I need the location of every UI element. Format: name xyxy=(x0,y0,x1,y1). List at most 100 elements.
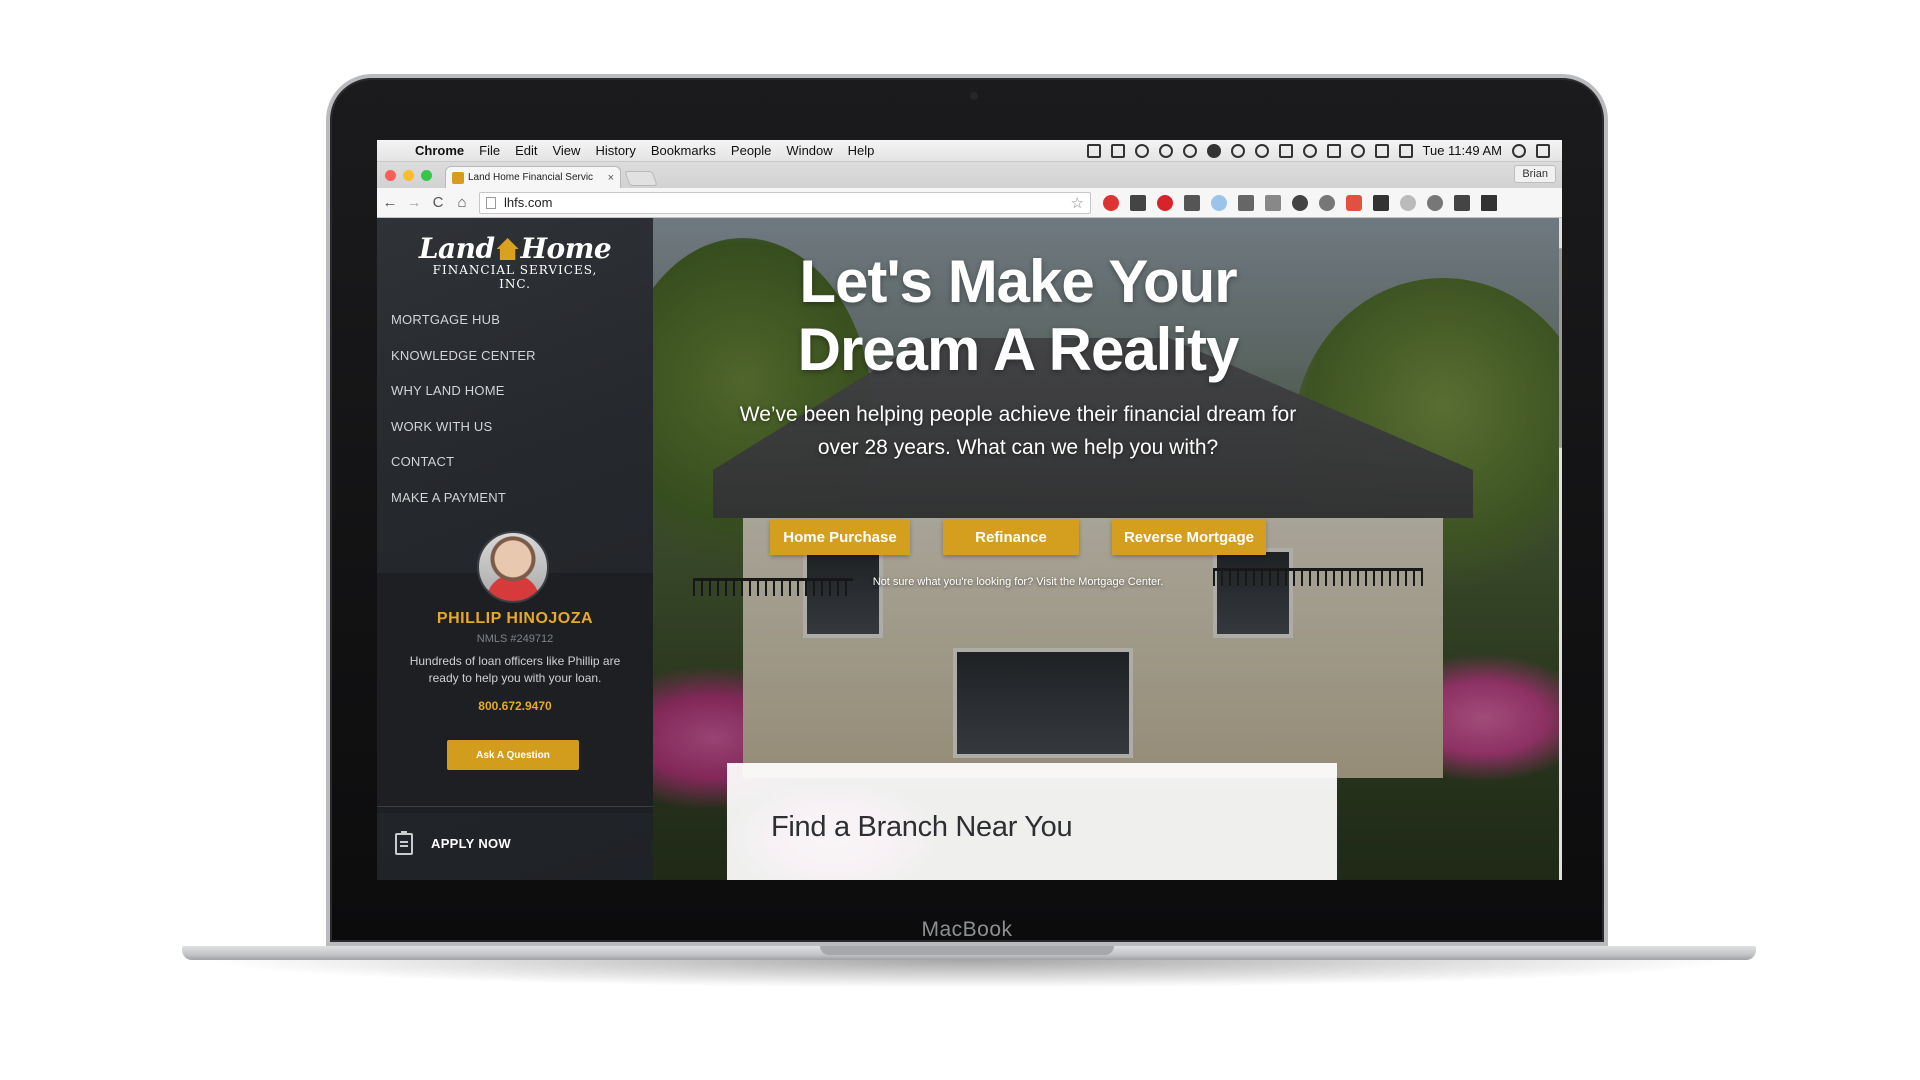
favicon-icon xyxy=(452,171,464,184)
camera xyxy=(970,92,978,100)
menu-icon[interactable] xyxy=(1481,194,1497,211)
eyedropper-icon[interactable] xyxy=(1238,194,1254,211)
minimize-window-button[interactable] xyxy=(403,170,414,181)
hero-title: Let's Make Your Dream A Reality xyxy=(653,248,1383,384)
hero-section: Let's Make Your Dream A Reality We’ve be… xyxy=(653,218,1562,880)
menu-people[interactable]: People xyxy=(731,143,771,158)
loan-officer-name: PHILLIP HINOJOZA xyxy=(436,610,594,627)
branch-finder-title: Find a Branch Near You xyxy=(771,811,1073,843)
scrollbar-thumb[interactable] xyxy=(1559,248,1562,448)
mortgage-center-link[interactable]: Not sure what you're looking for? Visit … xyxy=(653,576,1383,588)
logo-word-left: Land xyxy=(418,232,495,265)
extension-icon[interactable] xyxy=(1346,194,1362,211)
browser-tab[interactable]: Land Home Financial Servic × xyxy=(445,166,621,188)
volume-icon[interactable] xyxy=(1326,143,1341,158)
nav-contact[interactable]: CONTACT xyxy=(391,452,536,488)
extensions-bar xyxy=(1103,194,1497,211)
record-icon[interactable] xyxy=(1206,143,1221,158)
display-icon[interactable] xyxy=(1254,143,1269,158)
font-extension-icon[interactable] xyxy=(1184,194,1200,211)
bookmark-star-icon[interactable]: ☆ xyxy=(1071,194,1084,212)
cast-icon[interactable] xyxy=(1265,194,1281,211)
battery-icon[interactable] xyxy=(1398,143,1413,158)
address-bar[interactable]: lhfs.com ☆ xyxy=(479,191,1091,214)
extension-icon[interactable] xyxy=(1211,194,1227,211)
window-controls xyxy=(385,170,432,181)
reload-button[interactable]: C xyxy=(427,194,449,211)
sync-icon[interactable] xyxy=(1182,143,1197,158)
branch-finder-card: Find a Branch Near You xyxy=(727,763,1337,880)
status-area: Tue 11:49 AM xyxy=(1086,143,1563,158)
wifi-icon[interactable] xyxy=(1350,143,1365,158)
info-icon[interactable] xyxy=(1319,194,1335,211)
menu-file[interactable]: File xyxy=(479,143,500,158)
menubar-clock[interactable]: Tue 11:49 AM xyxy=(1423,143,1503,158)
site-sidebar: Land Home FINANCIAL SERVICES, INC. MORTGA… xyxy=(377,218,653,880)
drive-icon[interactable] xyxy=(1230,143,1245,158)
spotlight-icon[interactable] xyxy=(1512,143,1526,158)
laptop-frame: MacBook Chrome File Edit View History Bo… xyxy=(0,0,1920,1080)
menubar-app-icon[interactable] xyxy=(1110,143,1125,158)
site-logo[interactable]: Land Home FINANCIAL SERVICES, INC. xyxy=(415,232,615,292)
menu-edit[interactable]: Edit xyxy=(515,143,537,158)
menu-window[interactable]: Window xyxy=(786,143,832,158)
apply-now-link[interactable]: APPLY NOW xyxy=(377,806,653,880)
creative-cloud-icon[interactable] xyxy=(1158,143,1173,158)
loan-officer-avatar xyxy=(477,531,549,603)
tab-title: Land Home Financial Servic xyxy=(468,172,594,183)
nav-make-a-payment[interactable]: MAKE A PAYMENT xyxy=(391,488,536,524)
logo-subtitle: FINANCIAL SERVICES, INC. xyxy=(432,263,598,291)
page-viewport: Land Home FINANCIAL SERVICES, INC. MORTGA… xyxy=(377,218,1562,880)
extension-icon[interactable] xyxy=(1427,194,1443,211)
notification-center-icon[interactable] xyxy=(1536,143,1550,158)
new-tab-button[interactable] xyxy=(624,171,658,186)
pinterest-icon[interactable] xyxy=(1157,194,1173,211)
camera-icon[interactable] xyxy=(1454,194,1470,211)
profile-button[interactable]: Brian xyxy=(1514,165,1556,183)
apply-now-label: APPLY NOW xyxy=(431,836,511,851)
back-button[interactable]: ← xyxy=(379,194,401,211)
password-manager-icon[interactable] xyxy=(1134,143,1149,158)
hero-title-line: Dream A Reality xyxy=(797,316,1240,383)
logo-wordmark: Land Home xyxy=(415,232,615,265)
extension-icon[interactable] xyxy=(1130,194,1146,211)
forward-button[interactable]: → xyxy=(403,194,425,211)
nav-knowledge-center[interactable]: KNOWLEDGE CENTER xyxy=(391,346,536,382)
refinance-button[interactable]: Refinance xyxy=(943,519,1079,555)
screen: Chrome File Edit View History Bookmarks … xyxy=(377,140,1562,880)
opera-extension-icon[interactable] xyxy=(1103,194,1119,211)
menu-history[interactable]: History xyxy=(595,143,635,158)
menu-view[interactable]: View xyxy=(552,143,580,158)
browser-toolbar: ← → C ⌂ lhfs.com ☆ xyxy=(377,188,1562,218)
home-purchase-button[interactable]: Home Purchase xyxy=(770,519,910,555)
url-text[interactable]: lhfs.com xyxy=(504,195,1071,210)
loan-officer-description: Hundreds of loan officers like Phillip a… xyxy=(409,654,621,685)
menu-help[interactable]: Help xyxy=(848,143,875,158)
reverse-mortgage-button[interactable]: Reverse Mortgage xyxy=(1112,519,1266,555)
menu-bookmarks[interactable]: Bookmarks xyxy=(651,143,716,158)
home-button[interactable]: ⌂ xyxy=(451,194,473,211)
house-icon xyxy=(496,238,519,260)
sidebar-nav: MORTGAGE HUB KNOWLEDGE CENTER WHY LAND H… xyxy=(391,310,536,524)
bluetooth-icon[interactable] xyxy=(1302,143,1317,158)
ask-question-button[interactable]: Ask A Question xyxy=(447,740,579,770)
extension-icon[interactable] xyxy=(1373,194,1389,211)
extension-icon[interactable] xyxy=(1400,194,1416,211)
zoom-window-button[interactable] xyxy=(421,170,432,181)
nav-mortgage-hub[interactable]: MORTGAGE HUB xyxy=(391,310,536,346)
laptop-brand: MacBook xyxy=(921,918,1013,941)
mac-menubar: Chrome File Edit View History Bookmarks … xyxy=(377,140,1562,162)
loan-officer-panel xyxy=(377,573,653,813)
loan-officer-phone[interactable]: 800.672.9470 xyxy=(377,699,653,713)
close-window-button[interactable] xyxy=(385,170,396,181)
nav-why-land-home[interactable]: WHY LAND HOME xyxy=(391,381,536,417)
menu-chrome[interactable]: Chrome xyxy=(415,143,464,158)
laptop-shadow xyxy=(200,960,1740,988)
flag-icon[interactable] xyxy=(1374,143,1389,158)
dropbox-icon[interactable] xyxy=(1086,143,1101,158)
nav-work-with-us[interactable]: WORK WITH US xyxy=(391,417,536,453)
airplay-icon[interactable] xyxy=(1278,143,1293,158)
password-manager-icon[interactable] xyxy=(1292,194,1308,211)
clipboard-icon xyxy=(395,830,413,855)
tab-close-icon[interactable]: × xyxy=(608,172,614,184)
